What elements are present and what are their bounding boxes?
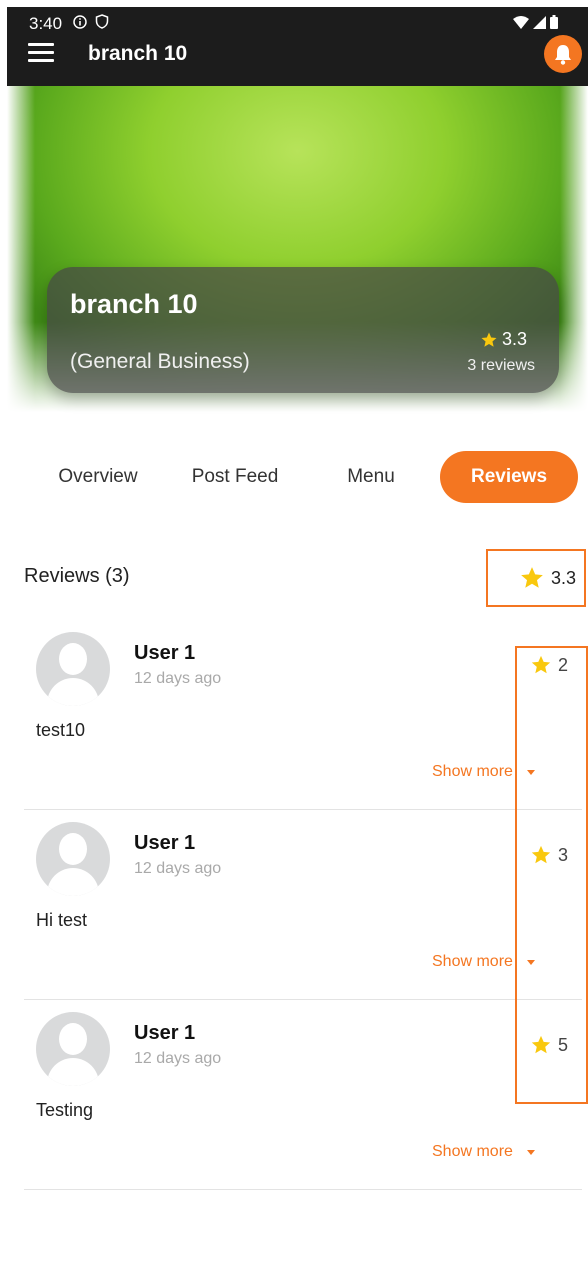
shield-icon (95, 14, 109, 29)
avatar (36, 1012, 110, 1086)
avatar (36, 632, 110, 706)
battery-icon (550, 15, 558, 29)
review-time: 12 days ago (134, 1050, 222, 1067)
status-time: 3:40 (29, 14, 63, 33)
divider (24, 1189, 582, 1190)
tab-reviews[interactable]: Reviews (440, 451, 578, 503)
review-rating: 2 (530, 654, 568, 676)
show-more-button[interactable]: Show more (432, 1143, 535, 1161)
business-info-card: branch 10 (General Business) 3.3 3 revie… (47, 267, 559, 393)
show-more-label: Show more (432, 763, 513, 780)
star-icon (521, 567, 543, 588)
review-user: User 1 (134, 832, 196, 854)
review-item: User 1 12 days ago 2 test10 Show more (24, 620, 582, 810)
show-more-label: Show more (432, 953, 513, 970)
app-bar: 3:40 branch 10 (7, 7, 588, 86)
status-right-icons (513, 15, 558, 29)
business-category: (General Business) (70, 350, 250, 373)
chevron-down-icon (526, 769, 535, 775)
star-icon (481, 332, 497, 347)
review-rating: 3 (530, 844, 568, 866)
wifi-icon (513, 16, 529, 29)
star-icon (531, 655, 551, 674)
review-user: User 1 (134, 642, 196, 664)
review-item: User 1 12 days ago 3 Hi test Show more (24, 810, 582, 1000)
review-text: Hi test (36, 910, 88, 930)
bell-icon[interactable] (544, 35, 582, 73)
business-name: branch 10 (70, 289, 198, 319)
app-bar-title: branch 10 (88, 42, 188, 65)
average-rating: 3.3 (486, 549, 586, 607)
review-text: Testing (36, 1100, 94, 1120)
avatar (36, 822, 110, 896)
tab-menu[interactable]: Menu (330, 451, 412, 503)
business-rating-value: 3.3 (501, 329, 527, 349)
review-item: User 1 12 days ago 5 Testing Show more (24, 1000, 582, 1190)
review-user: User 1 (134, 1022, 196, 1044)
chevron-down-icon (526, 1149, 535, 1155)
star-icon (531, 1035, 551, 1054)
average-rating-value: 3.3 (550, 567, 576, 588)
status-info-shield-icons (73, 14, 109, 31)
review-time: 12 days ago (134, 670, 222, 687)
show-more-button[interactable]: Show more (432, 953, 535, 971)
review-time: 12 days ago (134, 860, 222, 877)
chevron-down-icon (526, 959, 535, 965)
review-text: test10 (36, 720, 86, 740)
business-review-count: 3 reviews (467, 357, 535, 374)
signal-icon (533, 16, 546, 29)
business-rating: 3.3 (480, 329, 527, 350)
review-rating-value: 2 (558, 654, 569, 675)
star-icon (531, 845, 551, 864)
tab-post-feed[interactable]: Post Feed (180, 451, 290, 503)
show-more-label: Show more (432, 1143, 513, 1160)
review-rating: 5 (530, 1034, 568, 1056)
review-rating-value: 5 (558, 1034, 569, 1055)
info-icon (73, 15, 87, 29)
menu-icon[interactable] (28, 43, 54, 63)
review-rating-value: 3 (558, 844, 569, 865)
tab-overview[interactable]: Overview (48, 451, 148, 503)
show-more-button[interactable]: Show more (432, 763, 535, 781)
reviews-title: Reviews (3) (24, 565, 130, 587)
